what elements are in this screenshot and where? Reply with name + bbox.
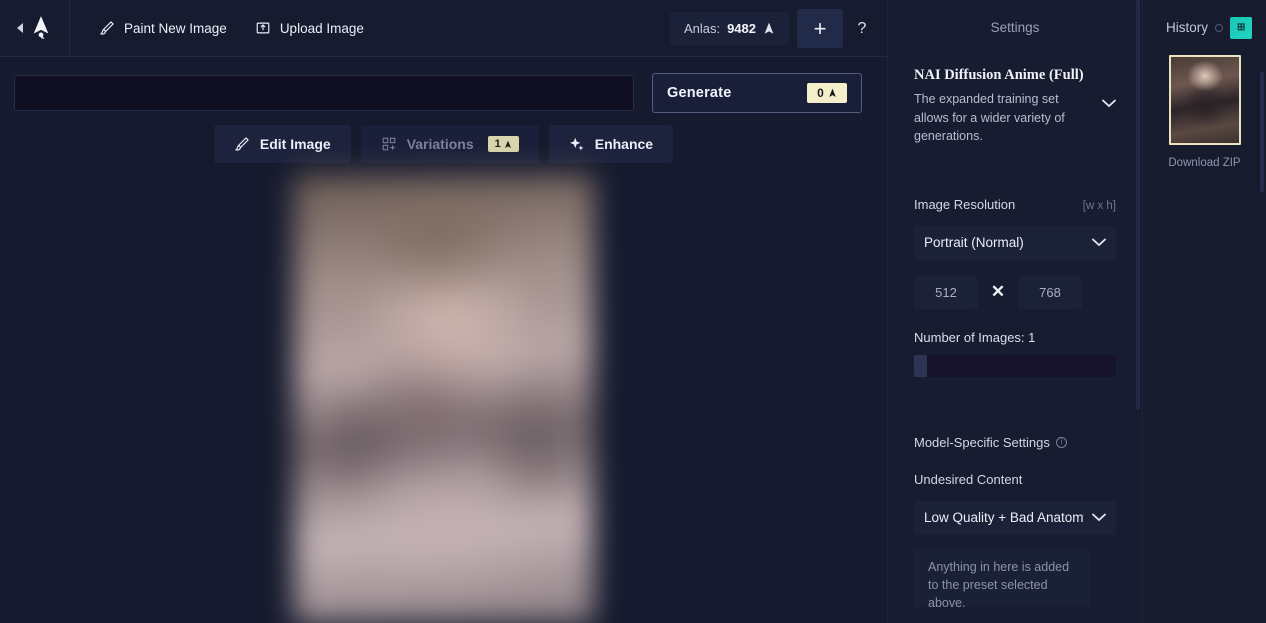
generated-image[interactable]: [293, 174, 594, 623]
edit-image-label: Edit Image: [259, 136, 331, 152]
brush-icon: [234, 137, 249, 151]
resolution-preset-select[interactable]: Portrait (Normal): [914, 225, 1116, 260]
top-bar: Paint New Image Upload Image Anlas: 9482: [0, 0, 887, 57]
dimension-row: ✕: [914, 275, 1116, 309]
chevron-down-icon[interactable]: [1102, 99, 1116, 108]
upload-image-button[interactable]: Upload Image: [244, 13, 375, 43]
brush-icon: [99, 21, 114, 35]
model-specific-settings-row: Model-Specific Settings i: [914, 435, 1116, 450]
image-action-bar: Edit Image Variations 1 Enhance: [0, 125, 887, 163]
caret-left-icon[interactable]: [17, 23, 23, 33]
grid-plus-icon: [382, 137, 395, 151]
resolution-preset-value: Portrait (Normal): [924, 235, 1024, 251]
anlas-value: 9482: [727, 21, 756, 36]
undesired-content-label: Undesired Content: [914, 471, 1023, 487]
undesired-content-value: Low Quality + Bad Anatomy: [924, 510, 1084, 526]
model-text: NAI Diffusion Anime (Full) The expanded …: [914, 67, 1092, 145]
settings-panel: Settings NAI Diffusion Anime (Full) The …: [888, 0, 1143, 623]
width-input[interactable]: [914, 275, 978, 309]
history-header: History ⊞: [1143, 0, 1266, 55]
prompt-input[interactable]: [14, 75, 634, 111]
topbar-actions: Paint New Image Upload Image: [88, 13, 375, 43]
slider-inner: [927, 354, 1116, 377]
prompt-row: Generate 0: [0, 57, 887, 113]
history-scrollbar[interactable]: [1260, 72, 1264, 192]
undesired-content-select[interactable]: Low Quality + Bad Anatomy: [914, 500, 1116, 535]
settings-title: Settings: [990, 20, 1040, 35]
variations-cost-badge: 1: [487, 136, 519, 152]
height-input[interactable]: [1018, 275, 1082, 309]
slider-fill: [914, 354, 927, 377]
chevron-down-icon: [1092, 513, 1106, 522]
logo-zone: [0, 0, 70, 57]
model-description: The expanded training set allows for a w…: [914, 92, 1065, 143]
history-title: History: [1165, 20, 1208, 35]
canvas-area: [0, 174, 887, 623]
paint-new-image-label: Paint New Image: [124, 20, 227, 36]
sparkle-icon: [569, 137, 584, 151]
chevron-down-icon: [1092, 238, 1106, 247]
generate-label: Generate: [667, 85, 732, 101]
help-button[interactable]: ?: [847, 9, 877, 48]
info-icon[interactable]: i: [1055, 436, 1067, 448]
image-resolution-label: Image Resolution: [914, 196, 1016, 212]
number-of-images-label: Number of Images: 1: [914, 330, 1116, 345]
history-thumbnail[interactable]: [1168, 55, 1241, 145]
resolution-hint: [w x h]: [1082, 199, 1116, 212]
add-anlas-button[interactable]: +: [797, 9, 843, 48]
anlas-icon: [504, 140, 511, 148]
enhance-button[interactable]: Enhance: [548, 125, 674, 163]
circle-icon[interactable]: [1215, 23, 1223, 32]
variations-button[interactable]: Variations 1: [360, 125, 539, 163]
edit-image-button[interactable]: Edit Image: [213, 125, 351, 163]
paint-new-image-button[interactable]: Paint New Image: [88, 13, 238, 43]
upload-icon: [256, 22, 270, 34]
enhance-label: Enhance: [594, 136, 654, 152]
num-images-value: 1: [1028, 329, 1036, 345]
number-of-images-slider[interactable]: [914, 354, 1116, 377]
dimension-separator-icon: ✕: [990, 282, 1006, 302]
image-resolution-row: Image Resolution [w x h]: [914, 197, 1116, 212]
settings-scrollbar[interactable]: [1136, 0, 1140, 410]
anlas-icon: [764, 22, 774, 34]
history-items: Download ZIP: [1143, 55, 1266, 169]
anlas-label: Anlas:: [683, 21, 721, 36]
download-zip-link[interactable]: Download ZIP: [1151, 157, 1258, 169]
anlas-balance[interactable]: Anlas: 9482: [669, 12, 789, 45]
generate-button[interactable]: Generate 0: [652, 73, 862, 113]
main-workspace: Paint New Image Upload Image Anlas: 9482: [0, 0, 888, 623]
settings-body: NAI Diffusion Anime (Full) The expanded …: [888, 67, 1142, 623]
model-selector[interactable]: NAI Diffusion Anime (Full) The expanded …: [914, 67, 1116, 145]
generate-cost-badge: 0: [807, 83, 847, 103]
topbar-right: Anlas: 9482 + ?: [669, 0, 877, 57]
num-images-text: Number of Images:: [914, 329, 1025, 345]
variations-cost-value: 1: [494, 138, 501, 150]
upload-image-label: Upload Image: [279, 20, 364, 36]
undesired-content-textarea[interactable]: [914, 548, 1090, 607]
model-specific-settings-label: Model-Specific Settings: [914, 434, 1050, 450]
model-name: NAI Diffusion Anime (Full): [914, 67, 1084, 83]
novelai-logo-icon[interactable]: [30, 15, 52, 41]
history-grid-icon[interactable]: ⊞: [1230, 16, 1252, 39]
generate-cost-value: 0: [817, 86, 824, 100]
anlas-icon: [829, 88, 836, 97]
variations-label: Variations: [406, 136, 474, 152]
history-panel: History ⊞ Download ZIP: [1143, 0, 1266, 623]
app-root: Paint New Image Upload Image Anlas: 9482: [0, 0, 1266, 623]
